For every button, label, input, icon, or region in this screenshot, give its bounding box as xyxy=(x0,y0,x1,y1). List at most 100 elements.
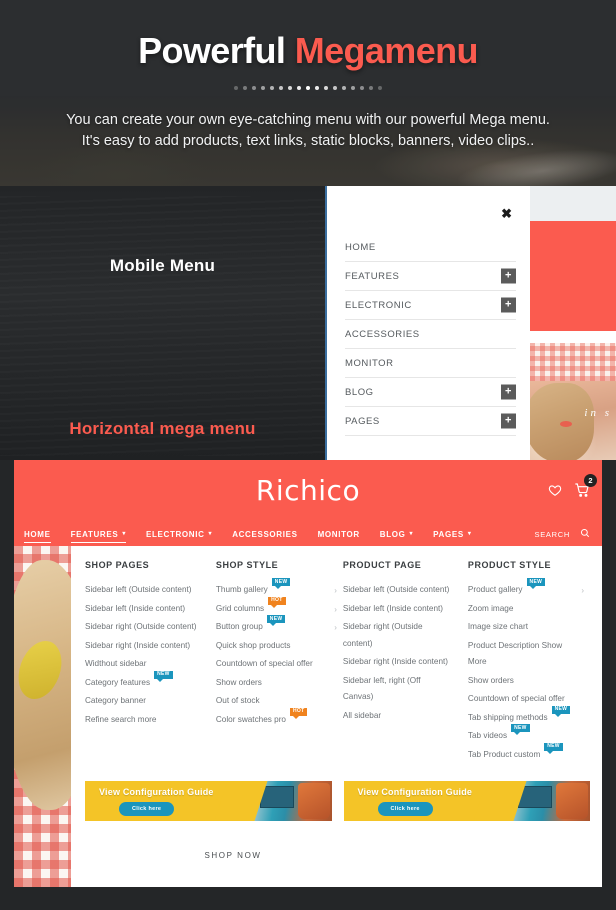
carousel-dot[interactable] xyxy=(234,86,238,90)
mega-menu-link[interactable]: Show orders xyxy=(216,675,343,692)
mobile-menu-item[interactable]: ELECTRONIC + xyxy=(345,291,516,320)
mega-menu-link[interactable]: Color swatches proHOT xyxy=(216,707,343,729)
mega-menu-link[interactable]: Countdown of special offer xyxy=(468,691,590,708)
mobile-menu-item[interactable]: BLOG + xyxy=(345,378,516,407)
mobile-menu-item-label: BLOG xyxy=(345,386,374,398)
mega-menu-link[interactable]: Product galleryNEW › xyxy=(467,578,590,599)
carousel-dot[interactable] xyxy=(288,86,292,90)
mega-menu-link[interactable]: Sidebar right (Inside content) xyxy=(85,638,216,655)
mega-menu-link[interactable]: Sidebar left (Inside content) xyxy=(85,601,216,618)
mega-menu-link-label: Sidebar left (Outside content) xyxy=(85,585,192,594)
mega-menu-link[interactable]: Tab videosNEW xyxy=(468,724,590,745)
configuration-guide-banner[interactable]: View Configuration Guide Click here xyxy=(343,781,590,821)
search-label[interactable]: SEARCH xyxy=(535,530,570,539)
mega-menu-link[interactable]: Show orders xyxy=(468,673,590,690)
page-footer-spacer xyxy=(0,887,616,910)
mega-menu-link[interactable]: Countdown of special offer xyxy=(216,656,343,673)
cart-icon[interactable]: 2 xyxy=(574,474,597,498)
nav-item-blog[interactable]: BLOG ▾ xyxy=(370,522,423,546)
nav-item-accessories[interactable]: ACCESSORIES xyxy=(222,522,307,546)
mega-menu-link[interactable]: Out of stock xyxy=(216,693,343,710)
nav-item-monitor[interactable]: MONITOR xyxy=(308,522,370,546)
nav-item-home[interactable]: HOME xyxy=(14,522,61,546)
plus-icon[interactable]: + xyxy=(501,413,516,429)
mega-menu-link[interactable]: Widthout sidebar xyxy=(85,656,216,673)
carousel-dot[interactable] xyxy=(270,86,274,90)
mega-menu-column-title: SHOP PAGES xyxy=(85,560,150,570)
plus-icon[interactable]: + xyxy=(501,384,516,400)
mobile-menu-item[interactable]: MONITOR xyxy=(345,349,516,378)
mega-menu-link[interactable]: Image size chart xyxy=(468,619,590,636)
mega-menu-column: SHOP PAGES Sidebar left (Outside content)… xyxy=(85,560,216,765)
mega-menu-link[interactable]: Sidebar left, right (Off Canvas) xyxy=(343,673,468,706)
mega-menu-link-label: Widthout sidebar xyxy=(85,659,147,668)
mega-menu-link-label: Countdown of special offer xyxy=(467,694,565,703)
mega-menu-link[interactable]: Sidebar right (Outside content) xyxy=(343,619,468,652)
mobile-menu-item[interactable]: PAGES + xyxy=(345,407,516,436)
mega-menu-link[interactable]: All sidebar xyxy=(343,708,468,725)
click-here-button[interactable]: Click here xyxy=(377,802,433,816)
mega-menu-link-label: Refine search more xyxy=(85,714,157,724)
lip-shape xyxy=(560,421,572,427)
nav-item-electronic[interactable]: ELECTRONIC ▾ xyxy=(136,522,222,546)
mobile-menu-item[interactable]: HOME xyxy=(345,233,516,262)
mega-menu-link[interactable]: Sidebar left (Inside content) xyxy=(343,601,468,618)
new-badge: NEW xyxy=(526,578,546,589)
mega-menu-link[interactable]: Tab Product customNEW xyxy=(468,742,590,764)
carousel-dot[interactable] xyxy=(252,86,256,90)
mobile-menu-item[interactable]: FEATURES + xyxy=(345,262,516,291)
carousel-dot[interactable] xyxy=(333,86,337,90)
mega-menu-link-label: Out of stock xyxy=(215,696,260,705)
click-here-button[interactable]: Click here xyxy=(119,802,175,816)
search-icon[interactable] xyxy=(580,525,590,543)
mega-menu-link[interactable]: Sidebar left (Outside content) xyxy=(85,582,216,599)
nav-item-features[interactable]: FEATURES ▾ xyxy=(61,522,136,546)
carousel-dot[interactable] xyxy=(342,86,346,90)
brand-logo[interactable]: Richico xyxy=(14,474,602,507)
mega-menu-link[interactable]: Button groupNEW › xyxy=(216,615,343,636)
mobile-menu-heading: Mobile Menu xyxy=(109,256,216,275)
mobile-menu-item-label: MONITOR xyxy=(345,357,394,369)
mega-menu-link[interactable]: Sidebar right (Inside content) xyxy=(343,654,468,671)
carousel-dot[interactable] xyxy=(315,86,319,90)
mobile-menu-item[interactable]: ACCESSORIES xyxy=(345,320,516,349)
carousel-dot[interactable] xyxy=(324,86,328,90)
page-title-accent: Megamenu xyxy=(294,30,479,71)
mega-menu-link-label: Zoom image xyxy=(467,603,514,613)
carousel-dot[interactable] xyxy=(378,86,382,90)
mega-menu-link[interactable]: Category featuresNEW xyxy=(85,670,216,692)
nav-item-label: BLOG xyxy=(379,529,406,539)
close-icon[interactable]: ✖ xyxy=(501,207,512,220)
plus-icon[interactable]: + xyxy=(501,297,516,313)
mega-menu-link-label: Show orders xyxy=(215,677,262,687)
page-title-first: Powerful xyxy=(138,30,295,71)
carousel-dot[interactable] xyxy=(261,86,265,90)
mega-menu-link-label: Sidebar right (Outside content) xyxy=(85,622,197,631)
mega-menu-dropdown: SHOP PAGES Sidebar left (Outside content)… xyxy=(71,546,602,887)
nav-item-label: MONITOR xyxy=(317,529,360,539)
carousel-dot[interactable] xyxy=(243,86,247,90)
heart-icon[interactable] xyxy=(548,483,562,497)
carousel-dot[interactable] xyxy=(297,86,301,90)
carousel-dot[interactable] xyxy=(306,86,310,90)
carousel-dot[interactable] xyxy=(369,86,373,90)
shop-now-button[interactable]: SHOP NOW xyxy=(178,844,288,867)
hot-badge: HOT xyxy=(268,596,286,608)
mega-menu-link[interactable]: Category banner xyxy=(85,693,216,710)
carousel-dot[interactable] xyxy=(279,86,283,90)
carousel-dot[interactable] xyxy=(351,86,355,90)
mega-menu-link[interactable]: Sidebar right (Outside content) xyxy=(85,619,216,636)
nav-item-pages[interactable]: PAGES ▾ xyxy=(423,522,481,546)
chevron-down-icon: ▾ xyxy=(467,531,472,537)
mega-menu-link[interactable]: Product Description Show More xyxy=(468,638,590,671)
plus-icon[interactable]: + xyxy=(501,268,516,284)
mega-menu-link[interactable]: Zoom image xyxy=(468,601,590,618)
mega-menu-link[interactable]: Refine search more xyxy=(85,712,216,729)
carousel-dot[interactable] xyxy=(360,86,364,90)
carousel-dots[interactable] xyxy=(0,86,616,90)
mega-menu-link[interactable]: Quick shop products xyxy=(216,638,343,655)
mobile-menu-panel: ✖ HOME FEATURES + ELECTRONIC + ACCESSORIES MON… xyxy=(325,186,530,460)
configuration-guide-banner[interactable]: View Configuration Guide Click here xyxy=(85,781,332,821)
mega-menu-link-label: Product gallery xyxy=(467,585,523,594)
mega-menu-link[interactable]: Sidebar left (Outside content) xyxy=(343,582,468,599)
